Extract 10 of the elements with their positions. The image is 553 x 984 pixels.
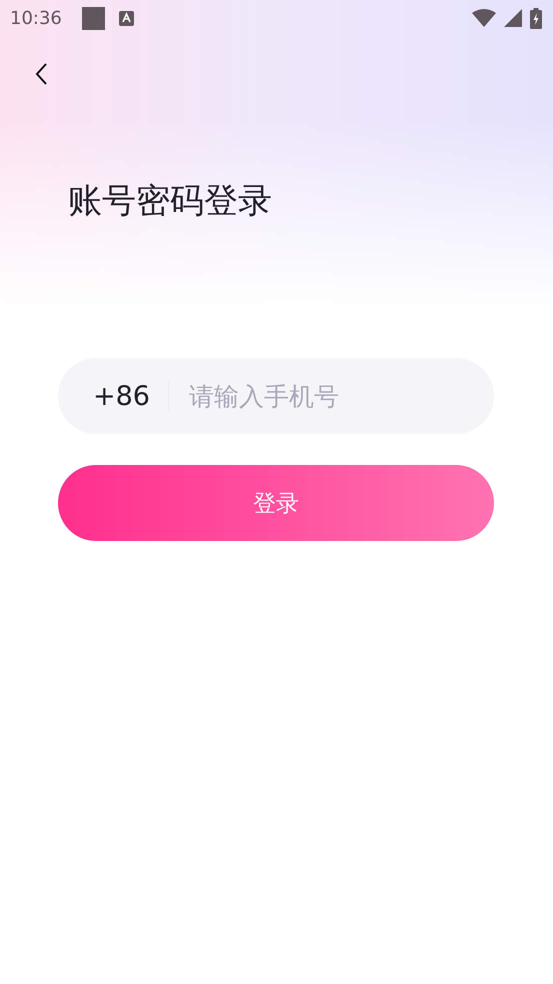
back-icon [34, 62, 48, 86]
battery-icon [530, 8, 542, 28]
country-code[interactable]: +86 [93, 380, 150, 412]
wifi-icon [472, 9, 496, 27]
phone-input-field[interactable]: +86 请输入手机号 [58, 358, 494, 434]
page-title: 账号密码登录 [68, 180, 273, 223]
status-time: 10:36 [10, 8, 62, 28]
notification-icon [82, 6, 105, 30]
keyboard-icon [118, 10, 134, 26]
signal-icon [504, 9, 522, 27]
